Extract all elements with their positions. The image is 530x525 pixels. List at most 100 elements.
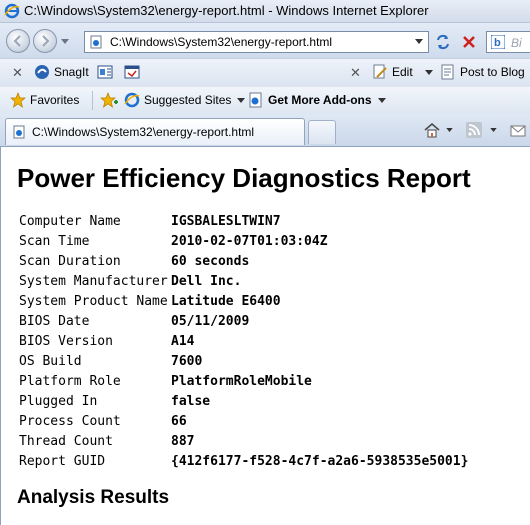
edit-icon	[373, 64, 387, 79]
tab-label: C:\Windows\System32\energy-report.html	[32, 125, 255, 139]
info-value: 887	[171, 433, 195, 449]
capture-icon	[97, 65, 113, 79]
refresh-button[interactable]	[432, 31, 454, 53]
table-row: Scan Time 2010-02-07T01:03:04Z	[17, 231, 468, 251]
back-arrow-icon	[13, 35, 21, 47]
svg-text:b: b	[494, 37, 501, 49]
read-mail-button[interactable]	[510, 122, 526, 141]
get-more-addons-button[interactable]: Get More Add-ons	[248, 92, 386, 108]
window-title-bar[interactable]: C:\Windows\System32\energy-report.html -…	[0, 0, 530, 23]
back-button[interactable]	[6, 29, 30, 53]
stop-button[interactable]	[458, 31, 480, 53]
report-title: Power Efficiency Diagnostics Report	[17, 163, 471, 193]
info-value: 66	[171, 413, 187, 429]
table-row: Report GUID {412f6177-f528-4c7f-a2a6-5938…	[17, 451, 468, 471]
info-key: BIOS Date	[19, 313, 90, 329]
favorites-label: Favorites	[30, 93, 80, 107]
tab-page-icon	[12, 125, 26, 142]
snagit-icon	[35, 65, 49, 79]
feeds-dropdown-icon[interactable]	[490, 128, 497, 132]
info-key: Report GUID	[19, 453, 106, 469]
post-to-blog-button[interactable]: Post to Blog	[440, 64, 525, 80]
page-content: Power Efficiency Diagnostics Report Comp…	[0, 147, 530, 525]
table-row: Thread Count 887	[17, 431, 468, 451]
forward-button[interactable]	[33, 29, 57, 53]
edit-dropdown-icon[interactable]	[424, 69, 433, 75]
info-value: 7600	[171, 353, 203, 369]
table-row: BIOS Date 05/11/2009	[17, 311, 468, 331]
snagit-window-button[interactable]	[124, 64, 140, 80]
home-button[interactable]	[424, 122, 440, 141]
analysis-results-heading: Analysis Results	[17, 487, 170, 508]
table-row: OS Build 7600	[17, 351, 468, 371]
info-key: System Product Name	[19, 293, 168, 309]
info-value: IGSBALESLTWIN7	[171, 213, 281, 229]
info-key: Scan Duration	[19, 253, 121, 269]
close-toolbar-icon[interactable]: ✕	[12, 65, 23, 81]
info-value: 2010-02-07T01:03:04Z	[171, 233, 328, 249]
rss-feed-icon	[466, 122, 482, 138]
info-value: Dell Inc.	[171, 273, 242, 289]
tab-bar: C:\Windows\System32\energy-report.html	[0, 114, 530, 147]
info-value: A14	[171, 333, 195, 349]
info-value: false	[171, 393, 211, 409]
address-dropdown-icon[interactable]	[415, 39, 423, 44]
address-url[interactable]: C:\Windows\System32\energy-report.html	[110, 35, 332, 49]
navigation-bar: C:\Windows\System32\energy-report.html b…	[0, 23, 530, 58]
mail-icon	[510, 125, 526, 137]
table-row: BIOS Version A14	[17, 331, 468, 351]
new-tab-button[interactable]	[308, 120, 336, 144]
table-row: Process Count 66	[17, 411, 468, 431]
info-value: 05/11/2009	[171, 313, 250, 329]
suggested-sites-label: Suggested Sites	[144, 93, 232, 107]
snagit-button[interactable]: SnagIt	[34, 64, 89, 80]
system-info-table: Computer Name IGSBALESLTWIN7 Scan Time 201…	[17, 211, 468, 471]
info-key: Computer Name	[19, 213, 121, 229]
get-more-addons-label: Get More Add-ons	[268, 93, 372, 107]
feeds-button[interactable]	[466, 122, 482, 141]
edit-button[interactable]: Edit	[372, 64, 433, 80]
table-row: Platform Role PlatformRoleMobile	[17, 371, 468, 391]
recent-pages-dropdown-icon[interactable]	[61, 39, 69, 44]
command-toolbar: ✕ SnagIt ✕ Edit Post to Blog	[0, 58, 530, 88]
internet-explorer-icon	[4, 3, 20, 22]
search-box[interactable]: b Bi	[486, 31, 530, 53]
home-dropdown-icon[interactable]	[446, 128, 453, 132]
window-title: C:\Windows\System32\energy-report.html -…	[24, 3, 429, 18]
snagit-capture-button[interactable]	[97, 64, 113, 80]
edit-label: Edit	[392, 65, 413, 79]
post-to-blog-label: Post to Blog	[460, 65, 525, 79]
info-value: {412f6177-f528-4c7f-a2a6-5938535e5001}	[171, 453, 469, 469]
info-key: Thread Count	[19, 433, 113, 449]
suggested-sites-dropdown-icon[interactable]	[237, 97, 246, 103]
table-row: Scan Duration 60 seconds	[17, 251, 468, 271]
table-row: System Product Name Latitude E6400	[17, 291, 468, 311]
addons-page-icon	[249, 92, 262, 108]
info-key: OS Build	[19, 353, 82, 369]
stop-icon	[463, 36, 475, 48]
addons-dropdown-icon[interactable]	[377, 97, 386, 103]
info-value: 60 seconds	[171, 253, 250, 269]
refresh-icon	[437, 34, 449, 50]
table-row: Plugged In false	[17, 391, 468, 411]
snagit-label: SnagIt	[54, 65, 89, 79]
home-icon	[424, 123, 440, 138]
search-placeholder: Bi	[511, 36, 522, 50]
info-key: Plugged In	[19, 393, 98, 409]
favorites-button[interactable]: Favorites	[10, 92, 79, 108]
info-key: BIOS Version	[19, 333, 113, 349]
suggested-sites-icon	[124, 92, 140, 108]
tab-energy-report[interactable]: C:\Windows\System32\energy-report.html	[5, 118, 305, 145]
info-key: System Manufacturer	[19, 273, 168, 289]
info-value: Latitude E6400	[171, 293, 281, 309]
bing-icon: b	[490, 34, 506, 50]
add-to-favorites-bar-button[interactable]	[100, 92, 118, 108]
window-capture-icon	[124, 65, 140, 79]
close-blog-toolbar-icon[interactable]: ✕	[350, 65, 361, 81]
address-bar[interactable]: C:\Windows\System32\energy-report.html	[84, 31, 429, 53]
suggested-sites-button[interactable]: Suggested Sites	[124, 92, 246, 108]
forward-arrow-icon	[42, 35, 50, 47]
add-favorite-icon	[100, 92, 118, 108]
info-key: Process Count	[19, 413, 121, 429]
info-key: Scan Time	[19, 233, 90, 249]
